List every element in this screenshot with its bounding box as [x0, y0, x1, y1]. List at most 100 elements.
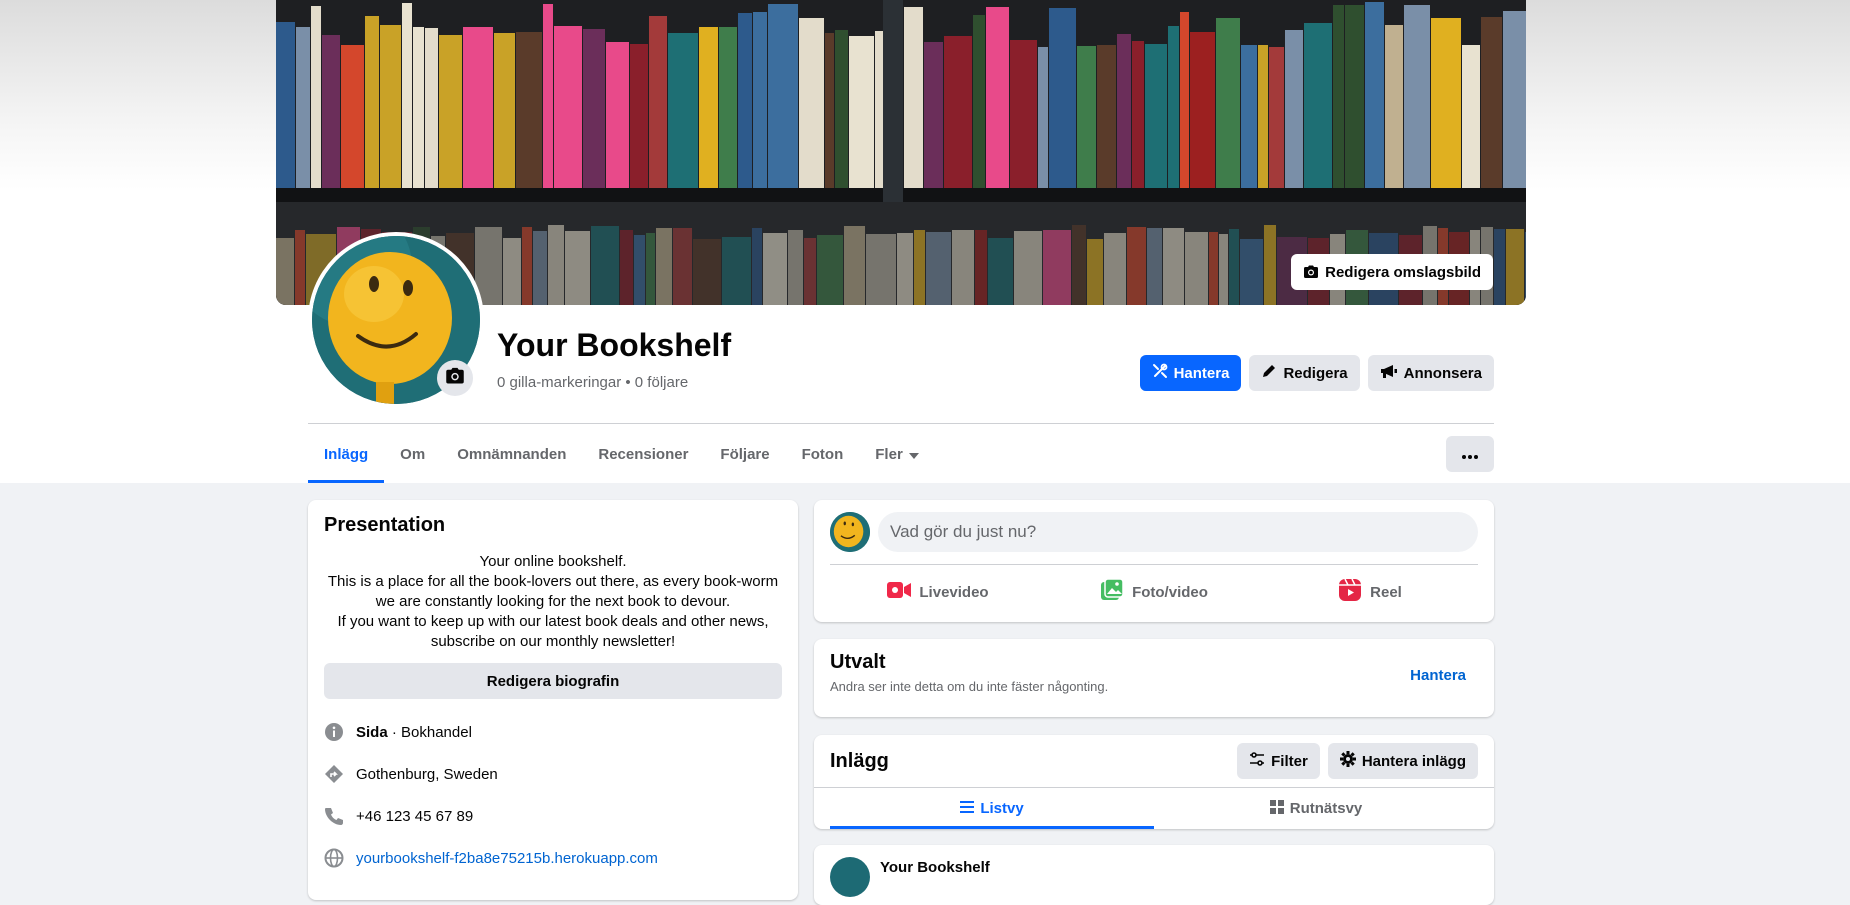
intro-card: Presentation Your online bookshelf. This… — [308, 500, 798, 900]
book-spine — [844, 226, 865, 305]
phone-row: +46 123 45 67 89 — [324, 806, 473, 826]
advertise-button[interactable]: Annonsera — [1367, 355, 1494, 391]
post-author[interactable]: Your Bookshelf — [880, 859, 990, 876]
featured-manage-link[interactable]: Hantera — [1398, 659, 1478, 692]
book-spine — [1258, 45, 1268, 188]
reel-icon — [1338, 578, 1362, 606]
photo-video-button[interactable]: Foto/video — [1046, 572, 1262, 612]
grid-view-tab[interactable]: Rutnätsvy — [1154, 788, 1478, 829]
edit-button[interactable]: Redigera — [1249, 355, 1360, 391]
featured-subtitle: Andra ser inte detta om du inte fäster n… — [830, 679, 1109, 694]
tab-mentions[interactable]: Omnämnanden — [441, 430, 582, 478]
book-spine — [875, 31, 884, 188]
book-spine — [606, 42, 629, 188]
avatar[interactable] — [830, 512, 870, 552]
book-spine — [1216, 18, 1240, 188]
divider — [830, 564, 1478, 565]
list-view-tab[interactable]: Listvy — [830, 788, 1154, 829]
phone-icon — [324, 806, 344, 826]
book-spine — [1404, 5, 1430, 188]
book-spine — [1087, 239, 1103, 305]
megaphone-icon — [1380, 363, 1398, 383]
book-spine — [926, 232, 951, 305]
edit-cover-button[interactable]: Redigera omslagsbild — [1291, 254, 1493, 290]
live-video-label: Livevideo — [919, 583, 989, 601]
book-spine — [719, 27, 737, 188]
header-divider — [308, 423, 1494, 424]
book-spine — [1145, 44, 1167, 188]
bio-line: Your online bookshelf. — [479, 553, 627, 570]
phone-text: +46 123 45 67 89 — [356, 807, 474, 825]
filter-button[interactable]: Filter — [1237, 743, 1320, 779]
book-spine — [673, 228, 692, 305]
composer-actions: Livevideo Foto/video Reel — [830, 572, 1478, 612]
book-spine — [413, 27, 424, 188]
book-spine — [1038, 47, 1048, 188]
tab-label: Recensioner — [598, 445, 689, 463]
book-spine — [565, 231, 590, 305]
book-spine — [817, 235, 843, 305]
reel-button[interactable]: Reel — [1262, 572, 1478, 612]
tab-posts[interactable]: Inlägg — [308, 430, 385, 483]
pencil-icon — [1261, 363, 1277, 383]
list-view-label: Listvy — [980, 800, 1024, 817]
photo-video-label: Foto/video — [1132, 583, 1208, 601]
edit-cover-label: Redigera omslagsbild — [1325, 263, 1481, 281]
book-spine — [1269, 47, 1284, 188]
location-row: Gothenburg, Sweden — [324, 764, 498, 784]
featured-title: Utvalt — [830, 651, 886, 673]
book-spine — [646, 233, 655, 305]
live-video-button[interactable]: Livevideo — [830, 572, 1046, 612]
book-spine — [924, 42, 943, 188]
tab-label: Fler — [875, 445, 903, 463]
bio-line: If you want to keep up with our latest b… — [337, 613, 769, 630]
view-tabs: Listvy Rutnätsvy — [830, 788, 1478, 829]
book-spine — [1190, 32, 1215, 188]
tab-followers[interactable]: Följare — [704, 430, 785, 478]
manage-posts-button[interactable]: Hantera inlägg — [1327, 743, 1478, 779]
tab-about[interactable]: Om — [384, 430, 441, 478]
book-spine — [693, 239, 721, 305]
bio-text: Your online bookshelf. This is a place f… — [324, 552, 782, 652]
book-spine — [753, 12, 767, 188]
book-spine — [554, 26, 582, 188]
book-spine — [1097, 45, 1116, 188]
page-stats[interactable]: 0 gilla-markeringar • 0 följare — [497, 374, 688, 391]
book-spine — [1241, 45, 1257, 188]
book-spine — [1462, 45, 1480, 188]
manage-posts-label: Hantera inlägg — [1361, 752, 1466, 770]
book-spine — [1117, 34, 1131, 188]
book-spine — [522, 227, 532, 305]
page-type-text: Sida · Bokhandel — [356, 724, 472, 741]
website-link[interactable]: yourbookshelf-f2ba8e75215b.herokuapp.com — [356, 850, 658, 867]
edit-bio-button[interactable]: Redigera biografin — [324, 663, 782, 699]
book-spine — [975, 230, 987, 305]
avatar[interactable] — [830, 857, 870, 897]
tab-reviews[interactable]: Recensioner — [582, 430, 704, 478]
tab-more[interactable]: Fler — [859, 430, 935, 478]
change-profile-photo-button[interactable] — [437, 360, 473, 396]
composer-input[interactable] — [878, 512, 1478, 552]
book-spine — [656, 228, 672, 305]
list-icon — [960, 800, 975, 817]
tab-photos[interactable]: Foton — [786, 430, 860, 478]
book-spine — [463, 27, 493, 188]
book-spine — [1010, 40, 1037, 188]
posts-title: Inlägg — [830, 750, 889, 772]
book-spine — [1240, 239, 1263, 305]
book-spine — [1147, 228, 1162, 305]
book-spine — [1503, 11, 1526, 188]
grid-icon — [1269, 799, 1284, 818]
grid-view-label: Rutnätsvy — [1289, 800, 1363, 817]
manage-button[interactable]: Hantera — [1139, 355, 1242, 391]
book-spine — [365, 16, 379, 188]
book-spine — [952, 230, 974, 305]
more-options-button[interactable] — [1446, 436, 1494, 472]
book-spine — [973, 15, 985, 188]
book-spine — [835, 30, 848, 188]
book-spine — [944, 36, 972, 188]
book-spine — [439, 35, 462, 188]
posts-actions: Filter Hantera inlägg — [1237, 743, 1478, 779]
book-spine — [503, 238, 521, 305]
book-spine — [904, 7, 923, 188]
